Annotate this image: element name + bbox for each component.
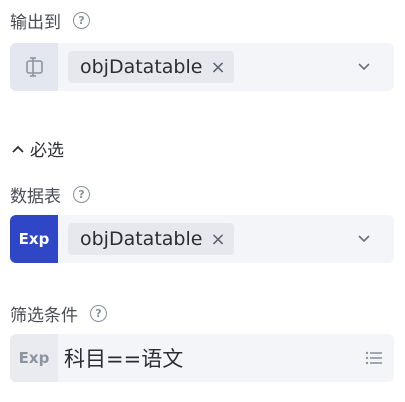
chevron-up-icon — [12, 145, 24, 153]
output-field[interactable]: objDatatable × — [10, 43, 394, 91]
filter-expression-input[interactable]: 科目==语文 — [64, 343, 183, 373]
output-label: 输出到 — [10, 13, 61, 33]
chip-remove-icon[interactable]: × — [210, 229, 225, 250]
datatable-field[interactable]: Exp objDatatable × — [10, 215, 394, 263]
filter-label-row: 筛选条件 ? — [10, 301, 107, 326]
variable-icon[interactable] — [10, 43, 58, 91]
datatable-label: 数据表 — [10, 187, 61, 207]
exp-toggle[interactable]: Exp — [10, 334, 58, 382]
section-label: 必选 — [30, 141, 64, 161]
exp-toggle[interactable]: Exp — [10, 215, 58, 263]
filter-label: 筛选条件 — [10, 306, 78, 326]
chevron-down-icon[interactable] — [356, 58, 372, 74]
output-label-row: 输出到 ? — [10, 8, 90, 33]
datatable-chip-value: objDatatable — [80, 228, 203, 250]
output-chip[interactable]: objDatatable × — [68, 51, 234, 83]
filter-field[interactable]: Exp 科目==语文 — [10, 334, 394, 382]
datatable-label-row: 数据表 ? — [10, 182, 90, 207]
chip-remove-icon[interactable]: × — [210, 57, 225, 78]
list-icon[interactable] — [364, 348, 384, 368]
help-icon[interactable]: ? — [73, 186, 90, 203]
chevron-down-icon[interactable] — [356, 230, 372, 246]
section-toggle-required[interactable]: 必选 — [12, 136, 64, 161]
help-icon[interactable]: ? — [73, 12, 90, 29]
datatable-chip[interactable]: objDatatable × — [68, 223, 234, 255]
output-chip-value: objDatatable — [80, 56, 203, 78]
help-icon[interactable]: ? — [90, 305, 107, 322]
